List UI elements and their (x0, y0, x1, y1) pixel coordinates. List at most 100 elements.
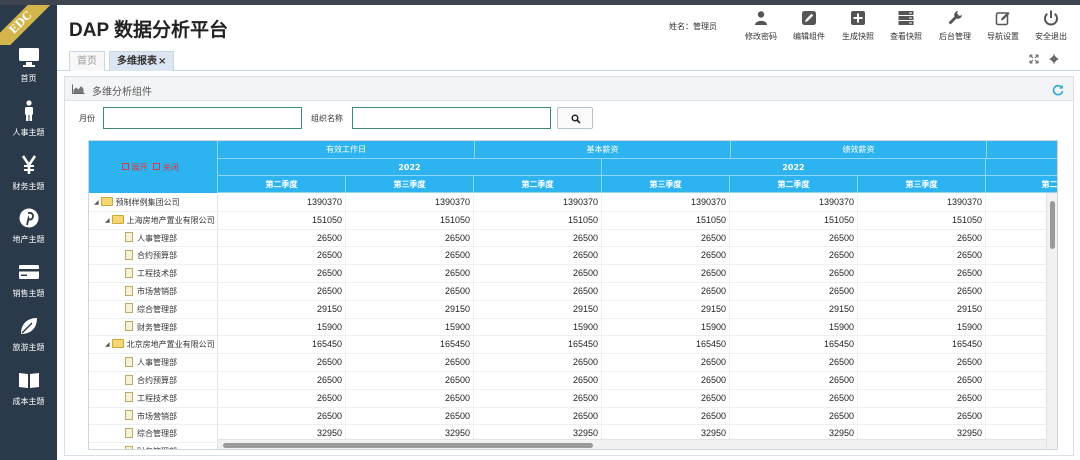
table-cell: 26500 (474, 407, 602, 425)
month-input[interactable] (103, 107, 302, 129)
table-cell: 26500 (858, 372, 986, 389)
row-label-text: 合约预算部 (137, 376, 177, 385)
row-label[interactable]: ◢ 北京房地产置业有限公司 (89, 336, 218, 354)
search-button[interactable] (557, 107, 593, 129)
edit-component-button[interactable]: 编辑组件 (785, 10, 833, 42)
table-row[interactable]: ◢ 北京房地产置业有限公司 165450 165450 165450 165450 1654… (89, 336, 1057, 355)
table-cell: 26500 (858, 389, 986, 407)
sidebar-item-home[interactable]: 首页 (0, 45, 57, 97)
row-label[interactable]: 财务管理部 (89, 443, 218, 449)
horizontal-scroll-thumb[interactable] (223, 443, 593, 448)
fullscreen-icon[interactable] (1029, 54, 1039, 64)
row-label[interactable]: 财务管理部 (89, 318, 218, 336)
table-row[interactable]: 工程技术部 26500 26500 26500 26500 26500 26500 (89, 389, 1057, 408)
table-row[interactable]: 市场营销部 26500 26500 26500 26500 26500 26500 (89, 407, 1057, 426)
table-cell: 165450 (346, 336, 474, 354)
pinterest-icon (19, 208, 38, 228)
app-title: DAP 数据分析平台 (69, 20, 229, 41)
table-cell: 15900 (602, 318, 730, 336)
table-row[interactable]: 人事管理部 26500 26500 26500 26500 26500 26500 (89, 229, 1057, 248)
expand-collapse-toggle[interactable]: 展开 关闭 (122, 162, 179, 173)
sidebar-item-hr[interactable]: 人事主题 (0, 99, 57, 151)
row-label-text: 上海房地产置业有限公司 (126, 215, 215, 225)
tab-label: 多维报表 (117, 56, 157, 67)
document-icon (125, 356, 133, 367)
measure-header: 绩效薪资 (731, 141, 987, 159)
sidebar-item-sales[interactable]: 销售主题 (0, 260, 57, 312)
tree-toggle-icon[interactable]: ◢ (105, 212, 110, 229)
row-label[interactable]: 合约预算部 (89, 247, 218, 265)
vertical-scrollbar[interactable] (1046, 193, 1057, 449)
tree-toggle-icon[interactable]: ◢ (94, 194, 99, 211)
table-row[interactable]: 工程技术部 26500 26500 26500 26500 26500 26500 (89, 265, 1057, 283)
card-icon (18, 265, 39, 279)
horizontal-scrollbar[interactable] (218, 439, 1046, 449)
logout-button[interactable]: 安全退出 (1027, 10, 1075, 42)
table-cell: 26500 (346, 372, 474, 389)
row-label-text: 合约预算部 (137, 251, 177, 261)
row-label[interactable]: 市场营销部 (89, 283, 218, 300)
admin-button[interactable]: 后台管理 (931, 10, 979, 42)
nav-settings-button[interactable]: 导航设置 (979, 10, 1027, 42)
table-row[interactable]: 合约预算部 26500 26500 26500 26500 26500 26500 (89, 247, 1057, 266)
tab-home[interactable]: 首页 (69, 51, 105, 71)
yen-icon (21, 155, 36, 174)
view-snapshot-button[interactable]: 查看快照 (882, 10, 930, 42)
row-label[interactable]: 工程技术部 (89, 389, 218, 407)
sidebar-item-label: 财务主题 (12, 182, 45, 191)
row-label[interactable]: 工程技术部 (89, 265, 218, 283)
person-icon (24, 100, 33, 121)
row-label[interactable]: ◢ 预制样例集团公司 (89, 194, 218, 211)
table-cell: 26500 (474, 372, 602, 389)
org-name-input[interactable] (352, 107, 551, 129)
table-row[interactable]: 合约预算部 26500 26500 26500 26500 26500 26500 (89, 372, 1057, 390)
tab-multidim-report[interactable]: 多维报表× (109, 51, 175, 71)
collapse-label[interactable]: 关闭 (163, 163, 179, 172)
table-cell: 165450 (218, 336, 346, 354)
grid-corner: 展开 关闭 (89, 141, 218, 193)
table-cell: 15900 (218, 318, 346, 336)
table-cell: 15900 (474, 318, 602, 336)
table-cell: 26500 (346, 407, 474, 425)
table-cell: 26500 (346, 247, 474, 265)
table-cell: 26500 (730, 247, 858, 265)
sidebar-item-finance[interactable]: 财务主题 (0, 153, 57, 205)
area-chart-icon (72, 84, 85, 94)
folder-icon (111, 339, 124, 349)
table-row[interactable]: 财务管理部 15900 15900 15900 15900 15900 15900 (89, 318, 1057, 337)
sidebar-item-cost[interactable]: 成本主题 (0, 368, 57, 420)
refresh-icon[interactable] (1052, 84, 1064, 96)
table-row[interactable]: 市场营销部 26500 26500 26500 26500 26500 26500 (89, 283, 1057, 301)
sidebar-item-travel[interactable]: 旅游主题 (0, 314, 57, 366)
user-name: 姓名：管理员 (669, 22, 717, 31)
sidebar-item-realestate[interactable]: 地产主题 (0, 206, 57, 258)
expand-label[interactable]: 展开 (132, 163, 148, 172)
row-label-text: 北京房地产置业有限公司 (126, 340, 215, 350)
tree-toggle-icon[interactable]: ◢ (105, 336, 110, 353)
row-label[interactable]: 综合管理部 (89, 300, 218, 318)
tool-label: 后台管理 (939, 32, 971, 41)
settings-icon[interactable] (1049, 54, 1059, 64)
row-label[interactable]: 综合管理部 (89, 425, 218, 443)
table-cell: 29150 (474, 300, 602, 318)
quarter-header: 第二季度 (218, 176, 346, 193)
create-snapshot-button[interactable]: 生成快照 (834, 10, 882, 42)
table-cell: 26500 (858, 283, 986, 300)
table-row[interactable]: ◢ 上海房地产置业有限公司 151050 151050 151050 151050 1510… (89, 211, 1057, 230)
table-cell: 151050 (602, 211, 730, 229)
vertical-scroll-thumb[interactable] (1050, 201, 1055, 249)
row-label[interactable]: 合约预算部 (89, 372, 218, 389)
table-cell: 26500 (218, 283, 346, 300)
change-password-button[interactable]: 修改密码 (737, 10, 785, 42)
row-label[interactable]: 市场营销部 (89, 407, 218, 425)
row-label[interactable]: 人事管理部 (89, 229, 218, 247)
table-cell: 26500 (730, 265, 858, 283)
row-label[interactable]: 人事管理部 (89, 354, 218, 372)
table-row[interactable]: 人事管理部 26500 26500 26500 26500 26500 26500 (89, 354, 1057, 372)
tab-close-icon[interactable]: × (158, 56, 166, 67)
table-cell: 29150 (346, 300, 474, 318)
table-row[interactable]: ◢ 预制样例集团公司 1390370 1390370 1390370 1390370 139… (89, 194, 1057, 212)
row-label[interactable]: ◢ 上海房地产置业有限公司 (89, 211, 218, 229)
table-row[interactable]: 综合管理部 29150 29150 29150 29150 29150 29150 (89, 300, 1057, 319)
table-cell: 1390370 (218, 194, 346, 211)
